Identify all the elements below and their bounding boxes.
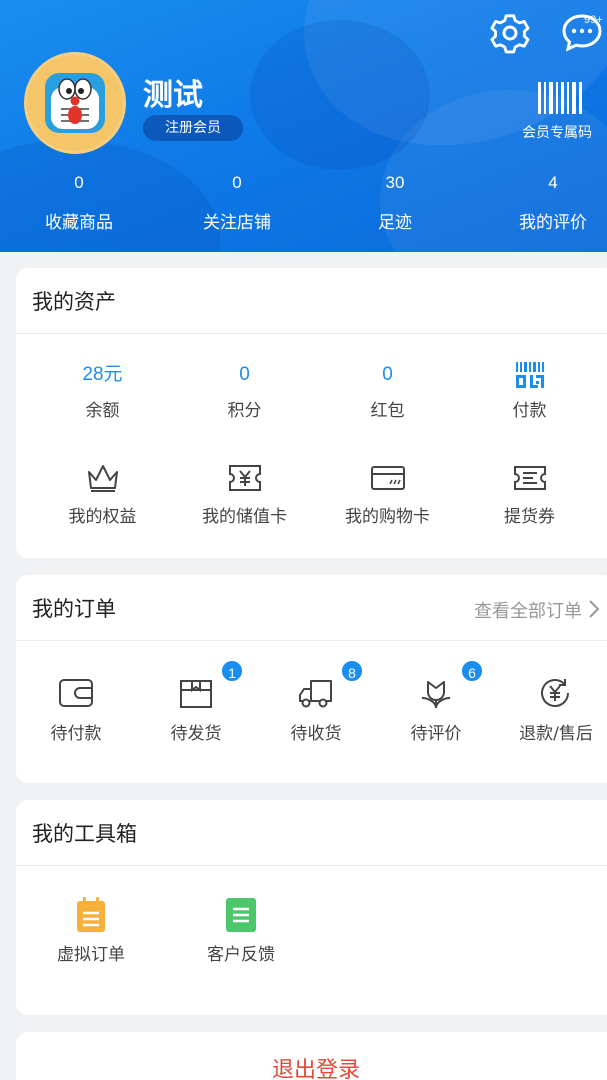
tool-label: 虚拟订单 <box>57 945 125 965</box>
stats-row: 0 收藏商品 0 关注店铺 30 足迹 4 我的评价 <box>0 168 607 248</box>
count-badge: 8 <box>340 659 364 683</box>
stat-label: 关注店铺 <box>203 213 271 233</box>
message-badge: 99+ <box>584 14 603 26</box>
asset-value: 0 <box>382 364 393 385</box>
count-badge: 6 <box>460 659 484 683</box>
order-pending-shipment[interactable]: 1 待发货 <box>136 659 256 747</box>
gear-icon[interactable] <box>490 12 532 54</box>
stat-label: 足迹 <box>378 213 412 233</box>
truck-icon <box>299 680 332 708</box>
coupon-icon <box>513 466 546 490</box>
asset-value: 0 <box>239 364 250 385</box>
stat-value: 0 <box>232 173 242 192</box>
tool-label: 客户反馈 <box>207 945 275 965</box>
order-label: 待评价 <box>410 724 462 744</box>
order-label: 待发货 <box>170 724 222 744</box>
card-title: 我的订单 <box>32 597 116 621</box>
asset-points[interactable]: 0 积分 <box>173 360 316 424</box>
count-badge: 1 <box>220 659 244 683</box>
view-all-orders-link[interactable]: 查看全部订单 <box>474 597 582 623</box>
yen-ticket-icon <box>228 465 261 491</box>
stat-favorites[interactable]: 0 收藏商品 <box>14 168 144 236</box>
chevron-right-icon[interactable] <box>586 597 602 621</box>
stat-my-reviews[interactable]: 4 我的评价 <box>488 168 607 236</box>
my-stored-value-card[interactable]: 我的储值卡 <box>173 460 316 530</box>
order-label: 待付款 <box>50 724 102 744</box>
notepad-icon <box>77 897 105 932</box>
package-icon <box>180 680 212 708</box>
tool-customer-feedback[interactable]: 客户反馈 <box>166 896 316 968</box>
order-pending-review[interactable]: 6 待评价 <box>376 659 496 747</box>
my-shopping-card[interactable]: 我的购物卡 <box>316 460 459 530</box>
order-label: 退款/售后 <box>519 724 593 744</box>
asset-label: 红包 <box>370 401 405 421</box>
card-title: 我的资产 <box>32 290 116 314</box>
crown-icon <box>87 465 118 492</box>
item-label: 我的储值卡 <box>202 507 287 527</box>
order-refund-aftersales[interactable]: 退款/售后 <box>496 673 607 747</box>
item-label: 提货券 <box>504 507 555 527</box>
order-label: 待收货 <box>290 724 342 744</box>
order-pending-receipt[interactable]: 8 待收货 <box>256 659 376 747</box>
card-header: 我的订单 查看全部订单 <box>16 575 607 641</box>
asset-red-packet[interactable]: 0 红包 <box>316 360 459 424</box>
member-code-label[interactable]: 会员专属码 <box>522 122 592 142</box>
stat-value: 30 <box>385 173 405 192</box>
feedback-icon <box>226 898 256 932</box>
card-icon <box>370 466 405 490</box>
asset-label: 余额 <box>85 401 120 421</box>
stat-footprints[interactable]: 30 足迹 <box>330 168 460 236</box>
asset-value: 28元 <box>82 364 123 385</box>
flower-icon <box>421 681 451 709</box>
asset-balance[interactable]: 28元 余额 <box>31 360 174 424</box>
member-level-badge[interactable]: 注册会员 <box>143 115 243 141</box>
asset-label: 付款 <box>512 401 547 421</box>
item-label: 我的购物卡 <box>345 507 430 527</box>
tool-virtual-orders[interactable]: 虚拟订单 <box>16 896 166 968</box>
stat-value: 4 <box>548 173 558 192</box>
refund-icon <box>541 679 569 707</box>
card-header: 我的资产 <box>16 268 607 334</box>
stat-value: 0 <box>74 173 84 192</box>
stat-followed-stores[interactable]: 0 关注店铺 <box>172 168 302 236</box>
profile-header: 99+ 测试 注册会员 会员专属码 0 收藏商品 0 关注店铺 30 足迹 4 … <box>0 0 607 252</box>
my-benefits[interactable]: 我的权益 <box>31 460 174 530</box>
pay-code-icon <box>515 362 544 388</box>
asset-label: 积分 <box>227 401 262 421</box>
stat-label: 收藏商品 <box>45 213 113 233</box>
card-title: 我的工具箱 <box>32 822 137 846</box>
nickname: 测试 <box>143 78 203 113</box>
orders-card: 我的订单 查看全部订单 待付款 1 待发货 8 待收货 6 待评价 退款/售后 <box>16 575 607 783</box>
wallet-icon <box>59 679 93 707</box>
item-label: 我的权益 <box>68 507 137 527</box>
pickup-coupon[interactable]: 提货券 <box>458 460 601 530</box>
asset-pay[interactable]: 付款 <box>458 360 601 424</box>
avatar[interactable] <box>24 52 126 154</box>
assets-card: 我的资产 28元 余额 0 积分 0 红包 付款 我的权益 我的储值卡 我的购物… <box>16 268 607 558</box>
order-pending-payment[interactable]: 待付款 <box>16 673 136 747</box>
stat-label: 我的评价 <box>519 213 587 233</box>
logout-button[interactable]: 退出登录 <box>16 1032 607 1080</box>
barcode-icon[interactable] <box>536 80 584 116</box>
logout-label: 退出登录 <box>271 1058 360 1080</box>
tools-card: 我的工具箱 虚拟订单 客户反馈 <box>16 800 607 1015</box>
card-header: 我的工具箱 <box>16 800 607 866</box>
